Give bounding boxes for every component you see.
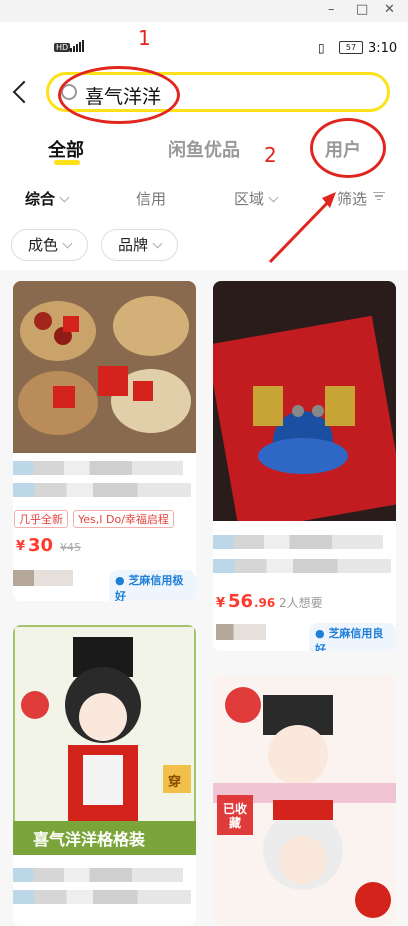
filter-screen[interactable]: 筛选 <box>337 188 386 209</box>
price-symbol: ¥ <box>216 596 226 611</box>
credit-text: 芝麻信用良好 <box>315 627 384 651</box>
blurred-title <box>13 461 183 475</box>
chip-label: 品牌 <box>118 236 149 254</box>
product-image <box>213 675 396 926</box>
condition-tag: 几乎全新 <box>14 510 68 528</box>
annotation-circle-users <box>310 118 386 178</box>
hd-icon: HD <box>54 43 71 52</box>
product-image <box>213 281 396 521</box>
annotation-number-1: 1 <box>138 26 151 50</box>
close-icon[interactable]: ✕ <box>384 2 395 17</box>
chip-label: 成色 <box>28 236 59 254</box>
avatar[interactable] <box>216 624 266 640</box>
product-card[interactable]: 几乎全新 Yes,I Do/幸福启程 ¥ 30 ¥45 ● 芝麻信用极好 <box>13 281 196 601</box>
product-card[interactable]: 穿 喜气洋洋格格装 <box>13 625 196 926</box>
filter-comprehensive[interactable]: 综合 <box>25 188 70 209</box>
image-caption: 喜气洋洋格格装 <box>33 830 146 849</box>
maximize-icon[interactable]: □ <box>356 2 368 17</box>
blurred-title <box>13 868 183 882</box>
chevron-down-icon <box>152 238 163 249</box>
product-image <box>13 281 196 453</box>
status-bar: HD ▯ 57 3:10 <box>0 22 408 72</box>
collected-badge: 已收藏 <box>222 802 247 830</box>
back-icon[interactable] <box>12 80 36 104</box>
chip-condition[interactable]: 成色 <box>11 229 89 261</box>
annotation-circle-search <box>58 66 180 124</box>
annotation-number-2: 2 <box>264 143 277 167</box>
original-price: ¥45 <box>60 541 81 554</box>
credit-text: 芝麻信用极好 <box>115 574 184 601</box>
filter-credit[interactable]: 信用 <box>136 188 166 209</box>
minimize-icon[interactable]: – <box>328 2 335 17</box>
price-symbol: ¥ <box>16 539 26 554</box>
want-count: 2人想要 <box>279 596 323 610</box>
tab-all[interactable]: 全部 <box>48 136 84 162</box>
filter-label: 综合 <box>25 190 56 208</box>
product-card[interactable]: ¥ 56 .96 2人想要 ● 芝麻信用良好 <box>213 281 396 651</box>
signal-icon <box>70 40 84 52</box>
blurred-title <box>13 483 191 497</box>
chip-brand[interactable]: 品牌 <box>101 229 179 261</box>
filter-icon <box>373 190 386 203</box>
chevron-down-icon <box>62 238 73 249</box>
annotation-arrow <box>268 192 336 264</box>
wear-badge: 穿 <box>168 775 182 790</box>
avatar[interactable] <box>13 570 73 586</box>
filter-label: 区域 <box>234 190 265 208</box>
credit-badge: ● 芝麻信用极好 <box>109 570 196 601</box>
blurred-title <box>13 890 191 904</box>
price-value: 30 <box>28 535 54 556</box>
filter-bar: 综合 信用 区域 筛选 <box>0 176 408 220</box>
credit-badge: ● 芝麻信用良好 <box>309 623 396 651</box>
price-value: 56 <box>228 591 254 612</box>
tag-row: 几乎全新 Yes,I Do/幸福启程 <box>13 510 196 530</box>
window-chrome: – □ ✕ <box>0 0 408 22</box>
product-image <box>13 625 196 855</box>
tab-xianyu-premium[interactable]: 闲鱼优品 <box>168 136 240 162</box>
battery-indicator: 57 <box>339 41 363 54</box>
status-time: 3:10 <box>368 41 398 56</box>
blurred-title <box>213 535 383 549</box>
price-decimal: .96 <box>254 596 276 610</box>
tab-active-indicator <box>54 160 80 165</box>
chip-bar: 成色 品牌 <box>0 220 408 270</box>
chevron-down-icon <box>59 192 70 203</box>
product-card[interactable]: 已收藏 <box>213 675 396 926</box>
vibrate-icon: ▯ <box>318 41 325 55</box>
brand-tag: Yes,I Do/幸福启程 <box>73 510 174 528</box>
blurred-title <box>213 559 391 573</box>
